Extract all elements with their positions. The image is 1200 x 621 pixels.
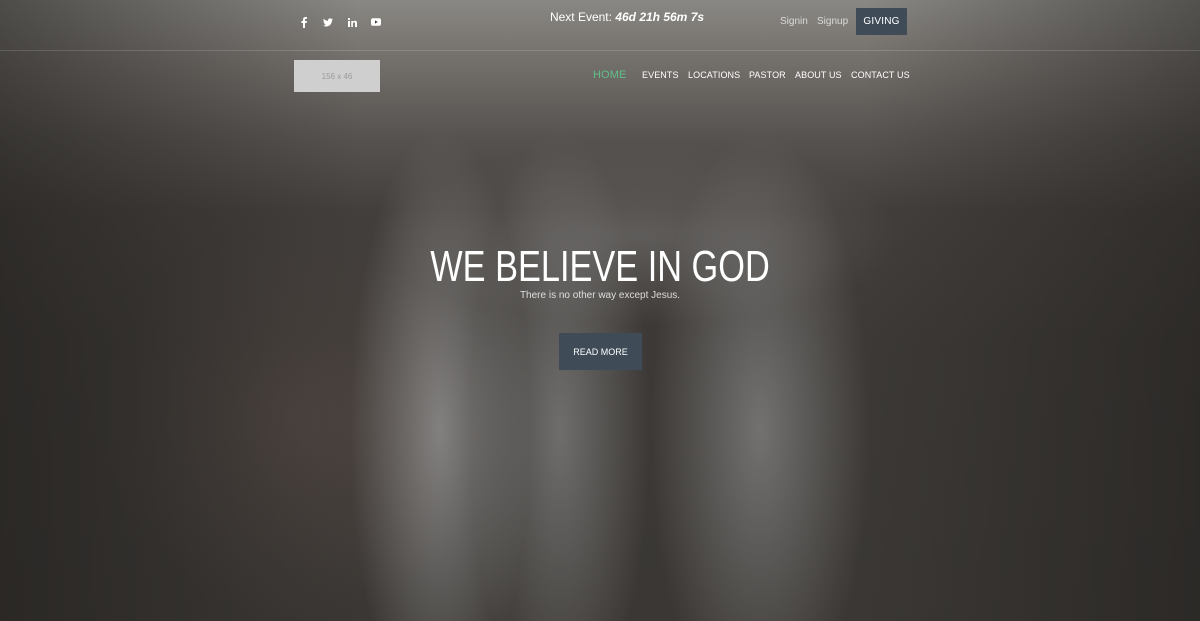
nav-item-about-us[interactable]: ABOUT US (795, 70, 842, 80)
read-more-button[interactable]: READ MORE (559, 333, 642, 370)
hero-title: WE BELIEVE IN GOD (430, 242, 770, 291)
next-event-label: Next Event: (549, 10, 612, 24)
hero-vignette (0, 0, 1200, 621)
next-event-countdown: Next Event: 46d 21h 56m 7s (54, 10, 1200, 24)
top-bar: Next Event: 46d 21h 56m 7s Signin Signup… (0, 0, 1200, 51)
giving-button[interactable]: GIVING (856, 8, 907, 35)
nav-item-locations[interactable]: LOCATIONS (688, 70, 740, 80)
nav-item-events[interactable]: EVENTS (642, 70, 679, 80)
signin-link[interactable]: Signin (780, 16, 808, 27)
signup-link[interactable]: Signup (817, 16, 848, 27)
countdown-timer: 46d 21h 56m 7s (615, 10, 705, 24)
nav-item-pastor[interactable]: PASTOR (749, 70, 786, 80)
nav-item-contact-us[interactable]: CONTACT US (851, 70, 910, 80)
logo-placeholder[interactable]: 156 x 46 (294, 60, 380, 92)
hero-subtitle: There is no other way except Jesus. (519, 290, 681, 301)
nav-item-home[interactable]: HOME (593, 69, 626, 81)
